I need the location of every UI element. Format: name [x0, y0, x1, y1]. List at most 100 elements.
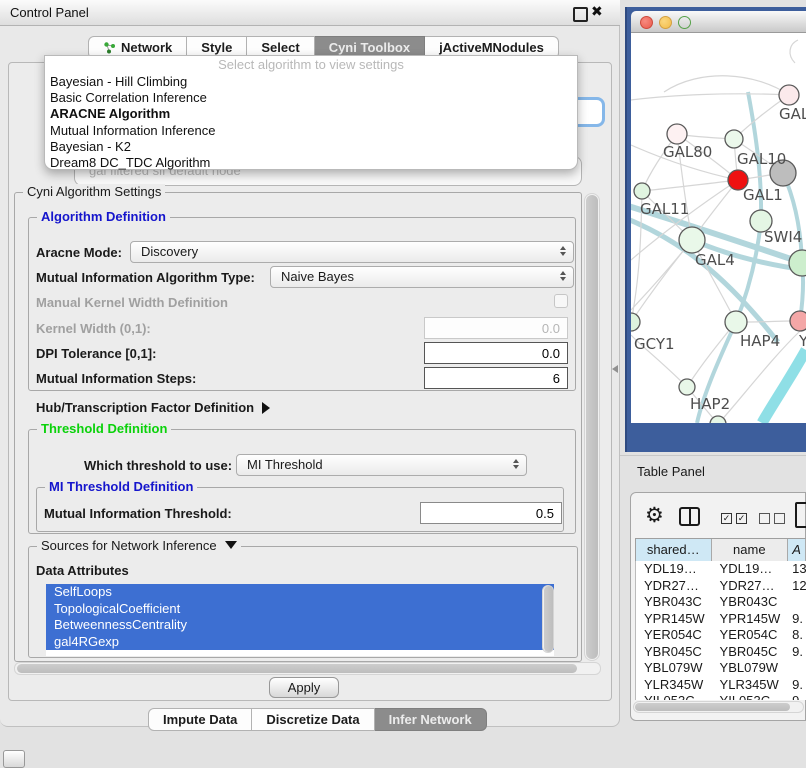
algorithm-dropdown-list: Select algorithm to view settings Bayesi… [44, 55, 578, 170]
gear-icon[interactable]: ⚙ [645, 503, 664, 528]
column-header-shared-name[interactable]: shared… [636, 539, 712, 562]
manual-kernel-width-label: Manual Kernel Width Definition [36, 295, 228, 310]
panel-resize-handle-icon[interactable] [612, 365, 618, 373]
edge-teal-thick [762, 350, 806, 423]
split-panel-icon[interactable] [679, 507, 700, 526]
dpi-tolerance-input[interactable] [424, 342, 568, 364]
combo-spinner-icon [513, 459, 519, 469]
dropdown-prompt: Select algorithm to view settings [45, 56, 577, 74]
kernel-width-input[interactable] [424, 317, 568, 339]
dropdown-item[interactable]: Dream8 DC_TDC Algorithm [45, 155, 577, 171]
sources-section-header[interactable]: Sources for Network Inference [37, 538, 241, 553]
collapsed-arrow-icon [262, 402, 270, 414]
table-row[interactable]: YDL19…YDL19…13 [636, 561, 806, 578]
node[interactable] [789, 250, 806, 276]
window-zoom-button[interactable] [678, 16, 691, 29]
select-all-icon[interactable]: ✓ [721, 513, 732, 524]
data-attributes-list: SelfLoops TopologicalCoefficient Between… [46, 584, 554, 656]
table-row[interactable]: YER054CYER054C8. [636, 627, 806, 644]
list-item[interactable]: BetweennessCentrality [46, 617, 554, 634]
float-window-icon[interactable] [573, 7, 588, 22]
network-tab-icon [103, 41, 116, 54]
table-hscrollbar-thumb[interactable] [635, 703, 790, 711]
dropdown-item[interactable]: Mutual Information Inference [45, 123, 577, 139]
dropdown-item[interactable]: Bayesian - K2 [45, 139, 577, 155]
table-row[interactable]: YIL053CYIL053C9 [636, 693, 806, 700]
list-scrollbar-thumb[interactable] [544, 586, 553, 652]
aracne-mode-combo[interactable]: Discovery [130, 241, 574, 263]
node-label: GAL80 [663, 143, 712, 161]
node-gal10[interactable] [725, 130, 743, 148]
mi-threshold-input[interactable] [420, 502, 562, 524]
node-label: GAL10 [737, 150, 786, 168]
tab-discretize-data[interactable]: Discretize Data [252, 708, 374, 731]
which-threshold-label: Which threshold to use: [84, 458, 232, 473]
node-label: GAL [779, 105, 806, 123]
deselect-all-icon[interactable] [759, 513, 770, 524]
node-label: GAL1 [743, 186, 783, 204]
combo-spinner-icon [560, 271, 566, 281]
list-item[interactable]: gal4RGexp [46, 634, 554, 651]
dropdown-item[interactable]: Basic Correlation Inference [45, 90, 577, 106]
node-hap4[interactable] [725, 311, 747, 333]
mi-threshold-label: Mutual Information Threshold: [44, 506, 232, 521]
which-threshold-combo[interactable]: MI Threshold [236, 454, 527, 476]
dpi-tolerance-label: DPI Tolerance [0,1]: [36, 346, 156, 361]
network-canvas[interactable]: GAL GAL80 GAL10 GAL1 GAL11 SWI4 GAL4 GCY… [631, 33, 806, 423]
minimized-panel-button[interactable] [3, 750, 25, 768]
deselect-all-icon2[interactable] [774, 513, 785, 524]
window-minimize-button[interactable] [659, 16, 672, 29]
column-header-name[interactable]: name [712, 539, 789, 562]
select-all-icon2[interactable]: ✓ [736, 513, 747, 524]
table-row[interactable]: YDR27…YDR27…12 [636, 578, 806, 595]
close-icon[interactable]: ✖ [591, 3, 603, 20]
node-hap2[interactable] [679, 379, 695, 395]
mi-steps-input[interactable] [424, 367, 568, 389]
node-label: HAP4 [740, 332, 780, 350]
cyni-bottom-tabbar: Impute Data Discretize Data Infer Networ… [148, 708, 487, 731]
mi-threshold-group-title: MI Threshold Definition [45, 479, 197, 494]
dropdown-item[interactable]: Bayesian - Hill Climbing [45, 74, 577, 90]
settings-vscrollbar-thumb[interactable] [586, 195, 598, 659]
combo-spinner-icon [560, 246, 566, 256]
document-icon[interactable] [795, 502, 806, 528]
list-item[interactable]: SelfLoops [46, 584, 554, 601]
control-panel-title: Control Panel [10, 0, 89, 25]
tab-infer-network[interactable]: Infer Network [375, 708, 487, 731]
table-row[interactable]: YBR043CYBR043C [636, 594, 806, 611]
node-gal4[interactable] [679, 227, 705, 253]
node[interactable] [779, 85, 799, 105]
apply-button[interactable]: Apply [269, 677, 339, 698]
expanded-arrow-icon [225, 541, 237, 549]
node-salmon[interactable] [790, 311, 806, 331]
node-gcy1[interactable] [631, 313, 640, 331]
node-label: GCY1 [634, 335, 675, 353]
table-row[interactable]: YBR045CYBR045C9. [636, 644, 806, 661]
mi-algorithm-type-label: Mutual Information Algorithm Type: [36, 270, 255, 285]
control-panel-titlebar: Control Panel ✖ [0, 0, 620, 26]
node-gal80[interactable] [667, 124, 687, 144]
data-attributes-label: Data Attributes [36, 563, 129, 578]
tab-impute-data[interactable]: Impute Data [148, 708, 252, 731]
table-row[interactable]: YPR145WYPR145W9. [636, 611, 806, 628]
table-row[interactable]: YLR345WYLR345W9. [636, 677, 806, 694]
node-table: YDL19…YDL19…13 YDR27…YDR27…12 YBR043CYBR… [635, 561, 806, 700]
network-window-titlebar [631, 11, 806, 33]
node-label: GAL11 [640, 200, 689, 218]
hub-transcription-section-header[interactable]: Hub/Transcription Factor Definition [36, 400, 270, 415]
table-panel-titlebar: Table Panel [620, 455, 806, 488]
window-close-button[interactable] [640, 16, 653, 29]
node-label: HAP2 [690, 395, 730, 413]
dropdown-item-selected[interactable]: ARACNE Algorithm [45, 106, 577, 122]
settings-hscrollbar-thumb[interactable] [17, 664, 577, 673]
cyni-settings-title: Cyni Algorithm Settings [23, 184, 165, 199]
column-header-partial[interactable]: A [788, 539, 806, 562]
network-graph: GAL GAL80 GAL10 GAL1 GAL11 SWI4 GAL4 GCY… [631, 33, 806, 423]
manual-kernel-width-checkbox[interactable] [554, 294, 568, 308]
node-gal11[interactable] [634, 183, 650, 199]
list-item[interactable]: TopologicalCoefficient [46, 601, 554, 618]
node-label: Y [798, 332, 806, 350]
table-header-row: shared… name A [635, 538, 806, 561]
table-row[interactable]: YBL079WYBL079W [636, 660, 806, 677]
mi-algorithm-type-combo[interactable]: Naive Bayes [270, 266, 574, 288]
